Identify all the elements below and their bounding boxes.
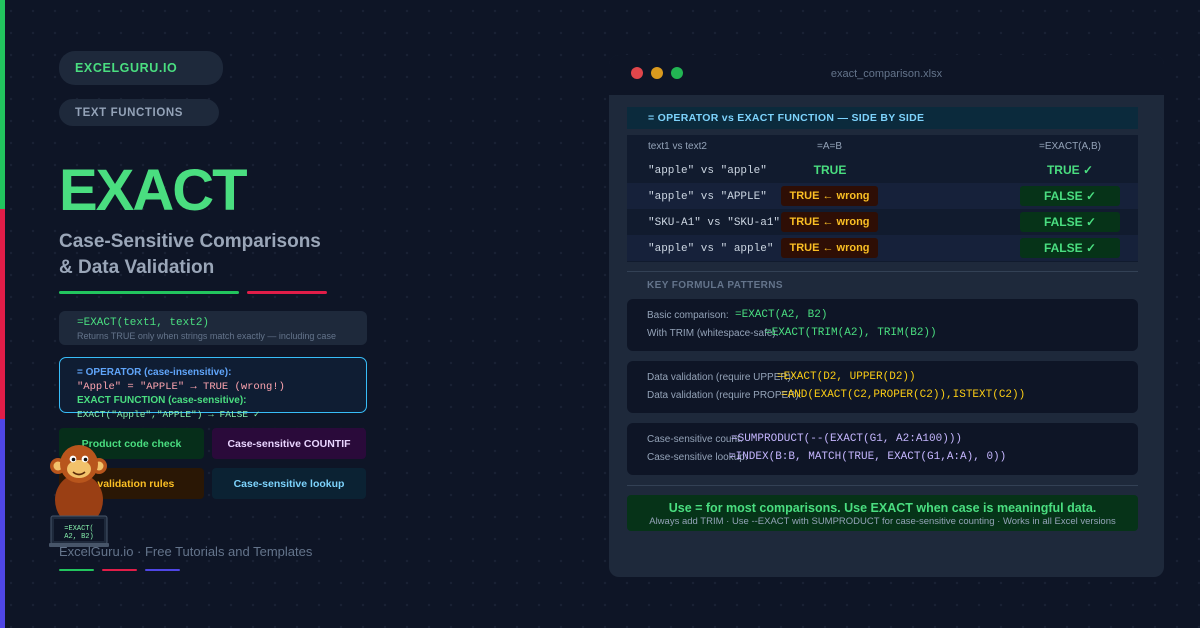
operator-result: TRUE ← wrong: [781, 238, 878, 258]
column-header-operator: =A=B: [817, 141, 843, 152]
comparison-table: text1 vs text2 =A=B =EXACT(A,B) "apple" …: [627, 135, 1138, 262]
window-filename: exact_comparison.xlsx: [830, 68, 943, 80]
divider-red: [247, 291, 327, 294]
brand-badge: EXCELGURU.IO: [59, 51, 223, 85]
formula-code: =SUMPRODUCT(--(EXACT(G1, A2:A100))): [731, 433, 963, 445]
comparison-box: = OPERATOR (case-insensitive): "Apple" =…: [59, 357, 367, 420]
subtitle-line-1: Case-Sensitive Comparisons: [59, 231, 321, 252]
subtitle-line-2: & Data Validation: [59, 257, 215, 278]
category-badge: TEXT FUNCTIONS: [59, 99, 219, 126]
exact-example: EXACT("Apple","APPLE") → FALSE ✓: [77, 409, 260, 420]
page-title: EXACT: [59, 158, 248, 223]
operator-result: TRUE ← wrong: [781, 212, 878, 232]
table-row: "apple" vs "APPLE" TRUE ← wrong FALSE ✓: [627, 183, 1138, 209]
monkey-mascot-icon: =EXACT( A2, B2): [49, 445, 109, 547]
accent-bar-blue: [0, 419, 5, 628]
exact-heading: EXACT FUNCTION (case-sensitive):: [77, 395, 247, 406]
summary-main: Use = for most comparisons. Use EXACT wh…: [668, 501, 1097, 515]
patterns-title: KEY FORMULA PATTERNS: [647, 280, 783, 291]
formula-label: With TRIM (whitespace-safe):: [647, 328, 779, 339]
operator-result: TRUE ← wrong: [781, 186, 878, 206]
footer-line-blue: [145, 569, 180, 571]
exact-result: FALSE ✓: [1020, 186, 1120, 206]
formula-label: Data validation (require UPPER):: [647, 372, 794, 383]
syntax-note: Returns TRUE only when strings match exa…: [77, 331, 336, 341]
section-divider: [627, 485, 1138, 486]
exact-result: TRUE ✓: [1046, 163, 1094, 177]
footer-line-red: [102, 569, 137, 571]
divider-green: [59, 291, 239, 294]
formula-code: =EXACT(D2, UPPER(D2)): [777, 371, 916, 383]
operator-example: "Apple" = "APPLE" → TRUE (wrong!): [77, 381, 285, 393]
table-row: "SKU-A1" vs "SKU-a1" TRUE ← wrong FALSE …: [627, 209, 1138, 235]
table-row: "apple" vs " apple" TRUE ← wrong FALSE ✓: [627, 235, 1138, 261]
use-case-countif[interactable]: Case-sensitive COUNTIF: [212, 428, 366, 459]
mascot-screen-line-2: A2, B2): [64, 533, 93, 541]
summary-sub: Always add TRIM · Use --EXACT with SUMPR…: [649, 516, 1116, 527]
formula-label: Data validation (require PROPER):: [647, 390, 802, 401]
row-text: "apple" vs " apple": [648, 243, 774, 255]
formula-box-counting: Case-sensitive count: =SUMPRODUCT(--(EXA…: [627, 423, 1138, 475]
column-header-exact: =EXACT(A,B): [1039, 141, 1101, 152]
formula-code: =AND(EXACT(C2,PROPER(C2)),ISTEXT(C2)): [781, 389, 1026, 401]
section-header: = OPERATOR vs EXACT FUNCTION — SIDE BY S…: [627, 107, 1138, 129]
use-case-lookup[interactable]: Case-sensitive lookup: [212, 468, 366, 499]
footer-line-green: [59, 569, 94, 571]
syntax-code: =EXACT(text1, text2): [77, 317, 210, 329]
row-text: "apple" vs "apple": [648, 165, 767, 177]
formula-label: Basic comparison:: [647, 310, 729, 321]
formula-label: Case-sensitive count:: [647, 434, 743, 445]
section-divider: [627, 271, 1138, 272]
exact-result: FALSE ✓: [1020, 212, 1120, 232]
operator-result: TRUE: [813, 163, 847, 177]
formula-code: =INDEX(B:B, MATCH(TRUE, EXACT(G1,A:A), 0…: [729, 451, 1007, 463]
column-header-text: text1 vs text2: [648, 141, 707, 152]
row-text: "apple" vs "APPLE": [648, 191, 767, 203]
window-titlebar: exact_comparison.xlsx: [609, 55, 1164, 95]
spreadsheet-window: exact_comparison.xlsx = OPERATOR vs EXAC…: [609, 55, 1164, 577]
accent-bar-green: [0, 0, 5, 209]
page-subtitle: Case-Sensitive Comparisons & Data Valida…: [59, 229, 379, 281]
exact-result: FALSE ✓: [1020, 238, 1120, 258]
table-row: "apple" vs "apple" TRUE TRUE ✓: [627, 157, 1138, 183]
formula-box-basic: Basic comparison: =EXACT(A2, B2) With TR…: [627, 299, 1138, 351]
formula-code: =EXACT(A2, B2): [735, 309, 828, 321]
row-text: "SKU-A1" vs "SKU-a1": [648, 217, 781, 229]
operator-heading: = OPERATOR (case-insensitive):: [77, 367, 232, 378]
syntax-box: =EXACT(text1, text2) Returns TRUE only w…: [59, 311, 367, 345]
formula-code: =EXACT(TRIM(A2), TRIM(B2)): [765, 327, 937, 339]
summary-banner: Use = for most comparisons. Use EXACT wh…: [627, 495, 1138, 531]
mascot-screen-line-1: =EXACT(: [64, 525, 93, 533]
formula-box-validation: Data validation (require UPPER): =EXACT(…: [627, 361, 1138, 413]
footer-text: ExcelGuru.io · Free Tutorials and Templa…: [59, 544, 313, 559]
accent-bar-red: [0, 209, 5, 419]
